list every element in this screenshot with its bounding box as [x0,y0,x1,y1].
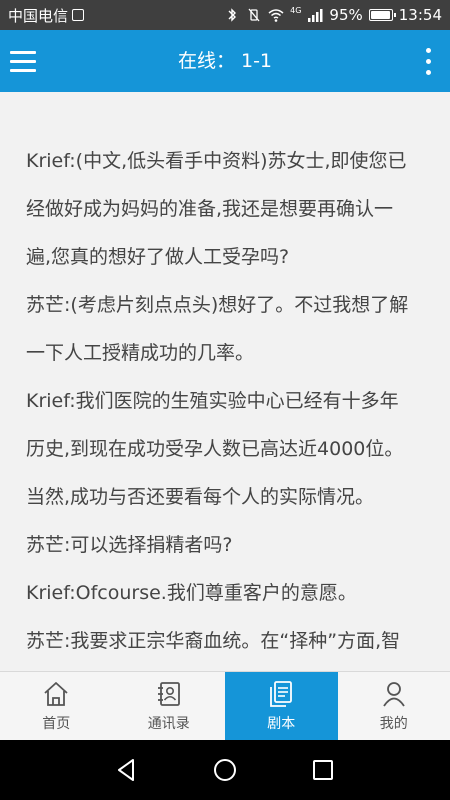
script-line: 苏芒:(考虑片刻点点头)想好了。不过我想了解 [26,294,409,316]
app-screen: 中国电信 4G 95% 13:54 在线： 1-1 Krief:(中文,低头看手… [0,0,450,800]
contacts-icon [157,682,180,706]
script-line: 一下人工授精成功的几率。 [26,342,255,364]
wifi-icon [268,9,284,22]
sim-card-icon [72,9,85,21]
recents-icon[interactable] [309,756,337,784]
signal-strength-icon [308,9,323,22]
hamburger-menu-icon[interactable] [10,44,40,78]
tab-home[interactable]: 首页 [0,672,113,740]
back-icon[interactable] [113,756,141,784]
app-bar: 在线： 1-1 [0,30,450,92]
tab-label: 通讯录 [147,716,190,732]
clock: 13:54 [398,6,442,24]
home-nav-icon[interactable] [211,756,239,784]
tab-profile[interactable]: 我的 [338,672,450,740]
script-line: 苏芒:可以选择捐精者吗? [26,534,233,556]
bluetooth-icon [228,8,237,22]
battery-percent: 95% [329,6,363,24]
status-bar: 中国电信 4G 95% 13:54 [0,0,450,30]
battery-fill [370,11,390,19]
script-line: 经做好成为妈妈的准备,我还是想要再确认一 [26,198,394,220]
page-title: 在线： 1-1 [177,50,273,72]
profile-icon [383,682,405,707]
status-left: 中国电信 [8,5,85,26]
script-content[interactable]: Krief:(中文,低头看手中资料)苏女士,即使您已 经做好成为妈妈的准备,我还… [0,92,450,671]
script-line: 遍,您真的想好了做人工受孕吗? [26,246,290,268]
script-line: 当然,成功与否还要看每个人的实际情况。 [26,486,375,508]
script-line: Krief:Ofcourse.我们尊重客户的意愿。 [26,582,357,604]
tab-label: 剧本 [267,716,296,732]
script-line: Krief:(中文,低头看手中资料)苏女士,即使您已 [26,150,407,172]
battery-icon [368,9,396,21]
status-right: 4G 95% 13:54 [224,6,442,24]
script-line: Krief:我们医院的生殖实验中心已经有十多年 [26,390,399,412]
bottom-tab-bar: 首页 通讯录 剧本 我的 [0,671,450,740]
tab-script[interactable]: 剧本 [225,672,338,740]
system-nav-bar [0,740,450,800]
tab-contacts[interactable]: 通讯录 [113,672,226,740]
vibrate-off-icon [248,8,260,22]
carrier-name: 中国电信 [8,6,69,25]
home-icon [44,682,68,706]
script-line: 历史,到现在成功受孕人数已高达近4000位。 [26,438,404,460]
tab-label: 首页 [42,716,71,732]
network-type: 4G [290,5,302,15]
script-document-icon [270,681,293,707]
more-vertical-icon[interactable] [418,44,438,78]
tab-label: 我的 [379,716,408,732]
script-line: 苏芒:我要求正宗华裔血统。在“择种”方面,智 [26,630,401,652]
